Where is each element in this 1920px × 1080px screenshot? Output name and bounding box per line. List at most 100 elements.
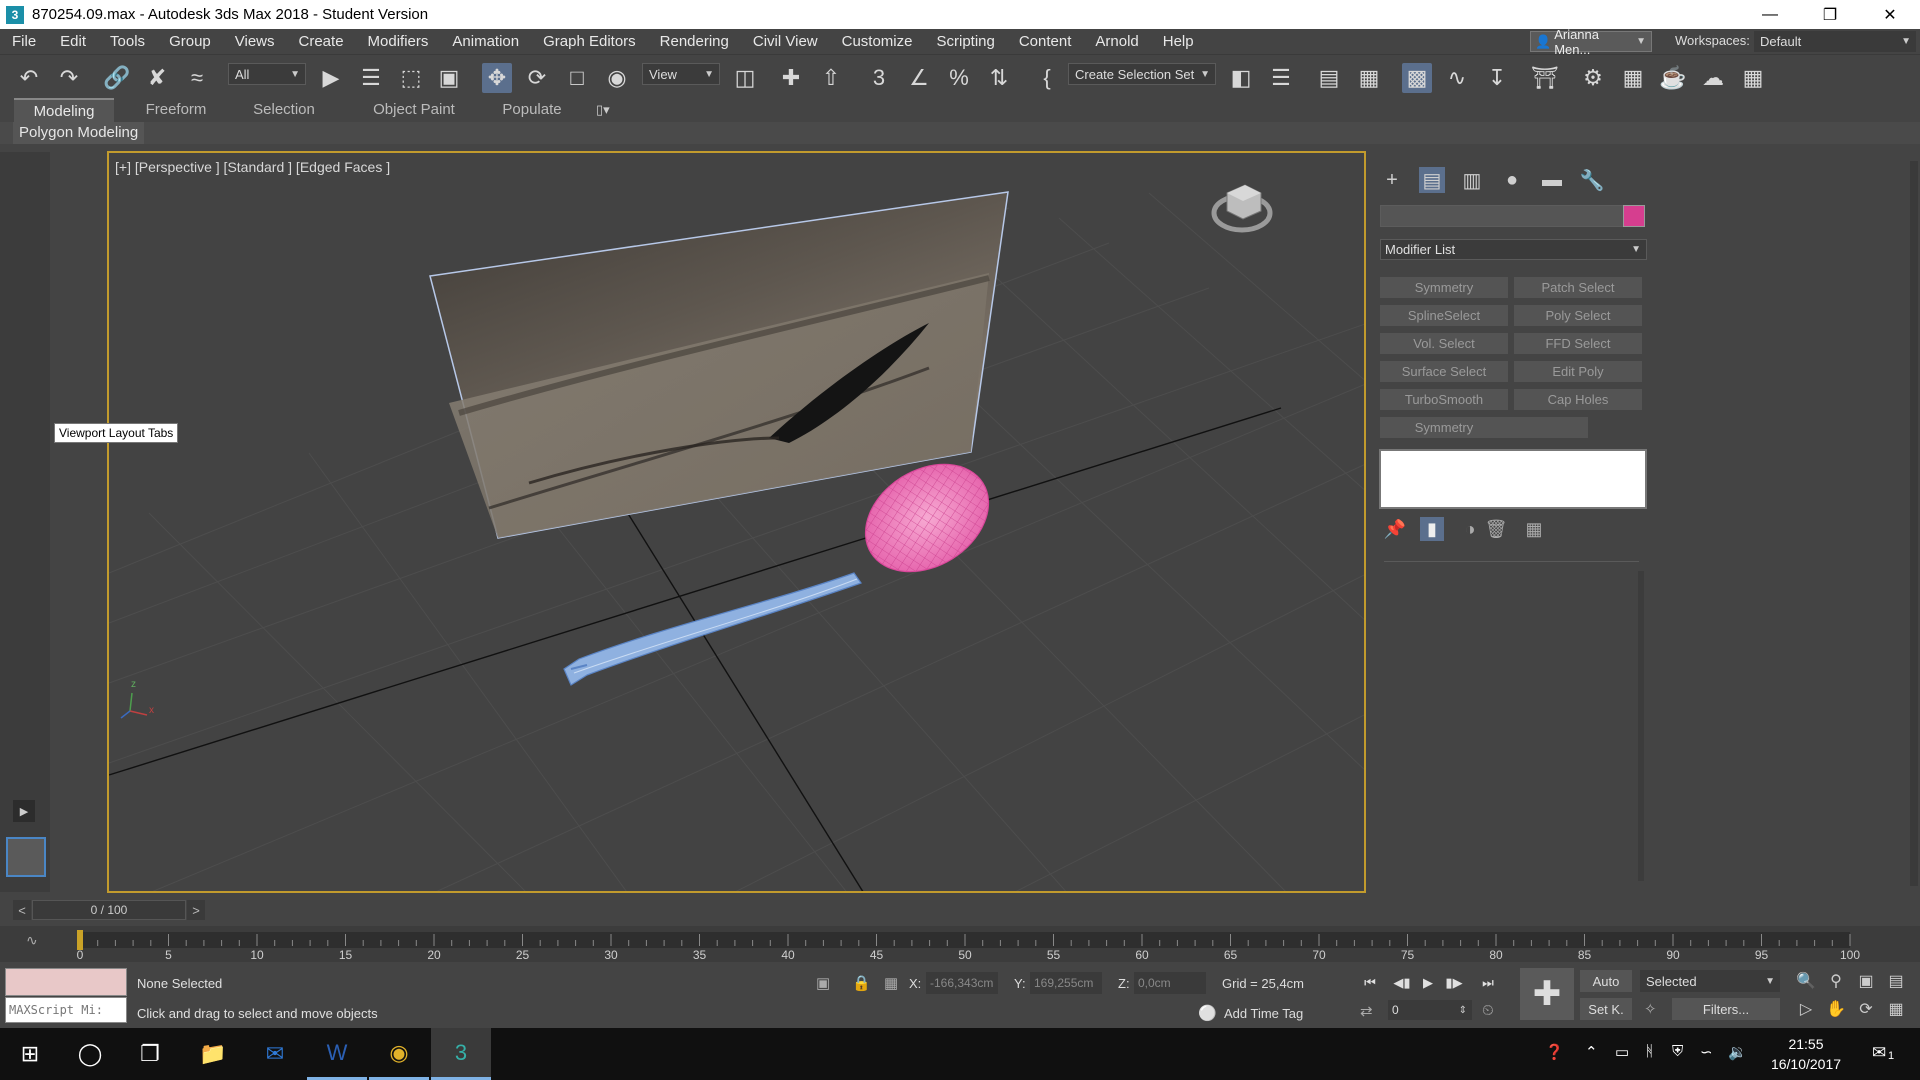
named-selection-sets-dropdown[interactable]: Create Selection Set ▼ (1068, 63, 1216, 85)
perspective-viewport[interactable]: [+] [Perspective ] [Standard ] [Edged Fa… (107, 151, 1366, 893)
track-bar-ruler[interactable]: 0 5 10 15 20 25 30 35 40 45 50 55 60 65 70 75 80 85 90 95 10… (0, 926, 1920, 962)
menu-help[interactable]: Help (1151, 29, 1206, 54)
expand-layout-tabs-icon[interactable]: ▶ (13, 800, 35, 822)
user-account-dropdown[interactable]: 👤 Arianna Men... ▼ (1530, 27, 1652, 57)
auto-key-button[interactable]: Auto (1580, 970, 1632, 992)
task-view-icon[interactable]: ❐ (120, 1028, 180, 1080)
reference-coordinate-dropdown[interactable]: View ▼ (642, 63, 720, 85)
next-frame-icon[interactable]: ▮▶ (1442, 972, 1466, 994)
help-tray-icon[interactable]: ❓ (1545, 1043, 1564, 1061)
outlook-icon[interactable]: ✉ (245, 1028, 305, 1080)
maximize-viewport-icon[interactable]: ▦ (1885, 998, 1907, 1020)
menu-group[interactable]: Group (157, 29, 223, 54)
menu-file[interactable]: File (0, 29, 48, 54)
viewport-label-menu[interactable]: [+] [Perspective ] [Standard ] [Edged Fa… (115, 159, 390, 175)
display-tab-icon[interactable]: ▬ (1539, 167, 1565, 193)
modifier-button-surface-select[interactable]: Surface Select (1380, 361, 1508, 382)
modifier-button-empty[interactable] (1496, 417, 1588, 438)
selection-lock-icon[interactable]: 🔒 (852, 974, 871, 992)
filters-button[interactable]: Filters... (1672, 998, 1780, 1020)
menu-modifiers[interactable]: Modifiers (356, 29, 441, 54)
modifier-button-patch-select[interactable]: Patch Select (1514, 277, 1642, 298)
bind-space-warp-icon[interactable]: ≈ (182, 63, 212, 93)
key-mode-toggle-icon[interactable]: ⇄ (1360, 1002, 1373, 1020)
menu-customize[interactable]: Customize (830, 29, 925, 54)
hierarchy-tab-icon[interactable]: ▥ (1459, 167, 1485, 193)
selection-filter-dropdown[interactable]: All ▼ (228, 63, 306, 85)
absolute-relative-toggle-icon[interactable]: ▦ (884, 974, 898, 992)
time-slider-thumb[interactable]: 0 / 100 (32, 900, 186, 920)
tab-modeling[interactable]: Modeling (14, 98, 114, 122)
key-filters-icon[interactable]: ✧ (1644, 1000, 1657, 1018)
viewport-layout-thumbnail[interactable] (6, 837, 46, 877)
track-bar[interactable]: ∿ 0 5 10 15 20 25 30 35 40 45 50 55 60 65 70 75 80 85 90 95… (0, 926, 1920, 962)
x-coordinate-field[interactable]: -166,343cm (926, 972, 998, 994)
pan-view-icon[interactable]: ✋ (1825, 998, 1847, 1020)
edit-named-selection-icon[interactable]: { (1032, 63, 1062, 93)
select-and-scale-icon[interactable]: □ (562, 63, 592, 93)
select-by-name-icon[interactable]: ☰ (356, 63, 386, 93)
menu-rendering[interactable]: Rendering (648, 29, 741, 54)
ribbon-toggle-icon[interactable]: ▩ (1402, 63, 1432, 93)
tab-selection[interactable]: Selection (234, 98, 334, 122)
menu-scripting[interactable]: Scripting (924, 29, 1006, 54)
menu-edit[interactable]: Edit (48, 29, 98, 54)
modifier-button-symmetry[interactable]: Symmetry (1380, 277, 1508, 298)
modifier-button-edit-poly[interactable]: Edit Poly (1514, 361, 1642, 382)
key-filter-dropdown[interactable]: Selected ▼ (1640, 970, 1780, 992)
undo-icon[interactable]: ↶ (14, 63, 44, 93)
modifier-button-vol-select[interactable]: Vol. Select (1380, 333, 1508, 354)
link-icon[interactable]: 🔗 (102, 63, 132, 93)
unlink-icon[interactable]: ✘ (142, 63, 172, 93)
zoom-extents-icon[interactable]: ▣ (1855, 970, 1877, 992)
menu-graph-editors[interactable]: Graph Editors (531, 29, 648, 54)
y-coordinate-field[interactable]: 169,255cm (1030, 972, 1102, 994)
3ds-max-taskbar-icon[interactable]: 3 (431, 1028, 491, 1080)
select-and-move-icon[interactable]: ✥ (482, 63, 512, 93)
modifier-list-dropdown[interactable]: Modifier List ▼ (1380, 239, 1647, 260)
current-frame-field[interactable]: 0 ⇕ (1388, 1000, 1472, 1020)
file-explorer-icon[interactable]: 📁 (183, 1028, 243, 1080)
chrome-icon[interactable]: ◉ (369, 1028, 429, 1080)
utilities-tab-icon[interactable]: 🔧 (1579, 167, 1605, 193)
a360-gallery-icon[interactable]: ▦ (1738, 63, 1768, 93)
security-icon[interactable]: ⛨ (1672, 1043, 1683, 1060)
start-icon[interactable]: ⊞ (0, 1028, 60, 1080)
show-hidden-icons-icon[interactable]: ⌃ (1585, 1043, 1598, 1061)
z-coordinate-field[interactable]: 0,0cm (1134, 972, 1206, 994)
make-unique-icon[interactable]: ◑ (1458, 517, 1482, 541)
ribbon-options-icon[interactable]: ▯▾ (596, 102, 610, 118)
set-key-button[interactable]: Set K. (1580, 998, 1632, 1020)
zoom-extents-all-icon[interactable]: ▤ (1885, 970, 1907, 992)
rendered-frame-window-icon[interactable]: ▦ (1618, 63, 1648, 93)
layer-explorer-icon[interactable]: ▦ (1354, 63, 1384, 93)
maxscript-listener-output[interactable] (5, 968, 127, 996)
curve-editor-icon[interactable]: ∿ (1442, 63, 1472, 93)
cortana-icon[interactable]: ◯ (60, 1028, 120, 1080)
polygon-modeling-panel[interactable]: Polygon Modeling (13, 122, 145, 144)
object-color-swatch[interactable] (1623, 205, 1645, 227)
select-and-place-icon[interactable]: ◉ (602, 63, 632, 93)
keyboard-shortcut-override-icon[interactable]: ⇧ (816, 63, 846, 93)
menu-civil-view[interactable]: Civil View (741, 29, 830, 54)
orbit-icon[interactable]: ⟳ (1855, 998, 1877, 1020)
configure-modifier-sets-icon[interactable]: ▦ (1522, 517, 1546, 541)
menu-create[interactable]: Create (287, 29, 356, 54)
manipulate-icon[interactable]: ✚ (776, 63, 806, 93)
modifier-button-poly-select[interactable]: Poly Select (1514, 305, 1642, 326)
pivot-center-icon[interactable]: ◫ (730, 63, 760, 93)
select-and-rotate-icon[interactable]: ⟳ (522, 63, 552, 93)
tab-populate[interactable]: Populate (482, 98, 582, 122)
action-center-icon[interactable]: ✉ (1872, 1043, 1886, 1063)
modifier-button-symmetry-2[interactable]: Symmetry (1380, 417, 1508, 438)
tab-freeform[interactable]: Freeform (126, 98, 226, 122)
mirror-icon[interactable]: ◧ (1226, 63, 1256, 93)
angle-snap-icon[interactable]: ∠ (904, 63, 934, 93)
pin-stack-icon[interactable]: 📌 (1383, 517, 1407, 541)
menu-animation[interactable]: Animation (440, 29, 531, 54)
render-in-cloud-icon[interactable]: ☁ (1698, 63, 1728, 93)
percent-snap-icon[interactable]: % (944, 63, 974, 93)
battery-icon[interactable]: ▭ (1615, 1043, 1629, 1061)
schematic-view-icon[interactable]: ⛩ (1530, 63, 1560, 93)
time-slider-next-button[interactable]: > (187, 900, 205, 920)
